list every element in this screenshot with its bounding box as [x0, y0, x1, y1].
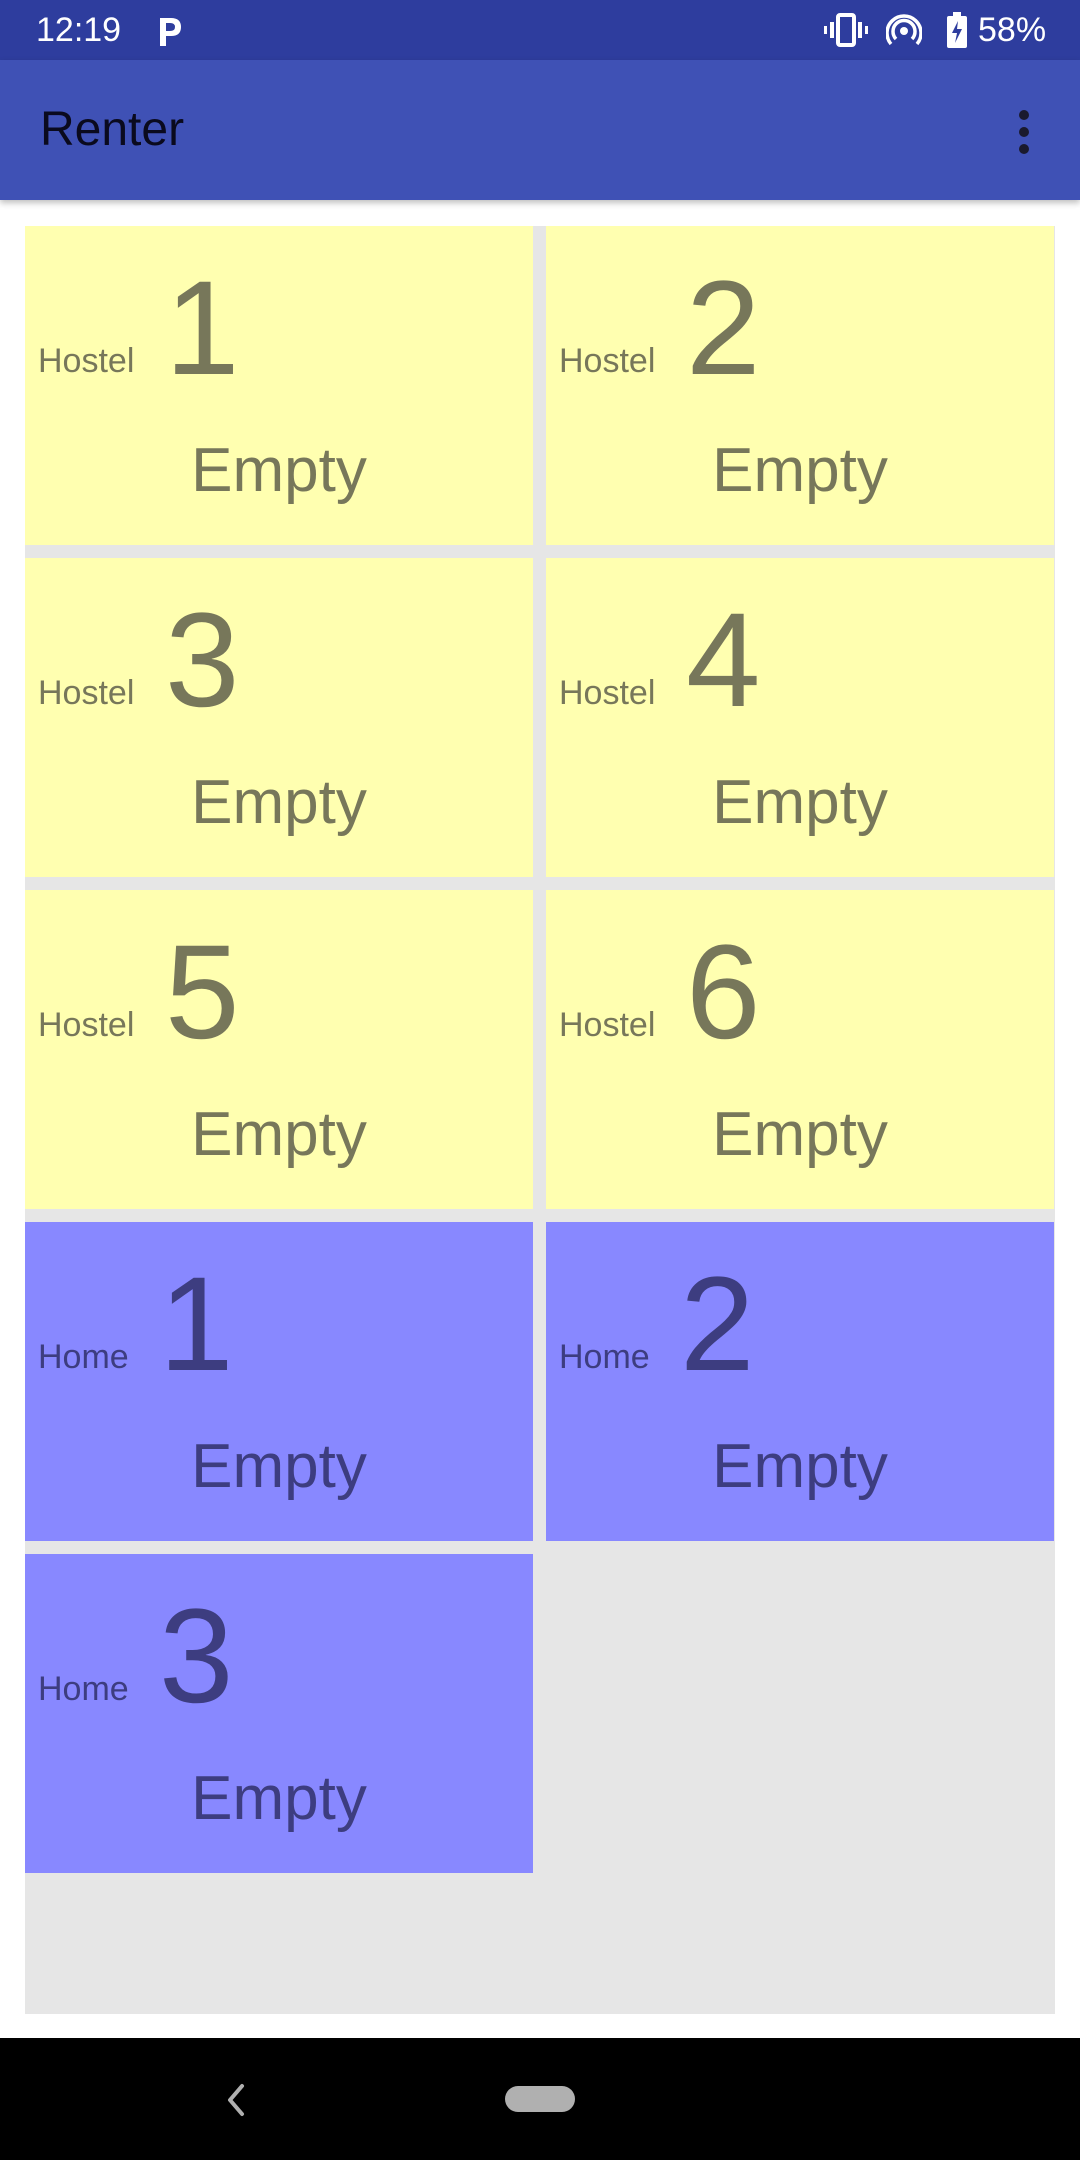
room-tile-hostel-6[interactable]: Hostel 6 Empty	[546, 890, 1054, 1209]
back-icon[interactable]	[216, 2076, 256, 2124]
menu-dot	[1019, 110, 1029, 120]
tile-number: 5	[165, 918, 240, 1067]
tile-status: Empty	[191, 1432, 367, 1501]
parking-app-icon	[154, 14, 184, 48]
tile-number: 1	[165, 254, 240, 403]
tile-kind-label: Home	[38, 1670, 129, 1708]
tile-number: 6	[686, 918, 761, 1067]
navigation-bar	[0, 2038, 1080, 2160]
room-tile-home-2[interactable]: Home 2 Empty	[546, 1222, 1054, 1541]
tile-kind-label: Hostel	[559, 1006, 656, 1044]
status-bar: 12:19 58%	[0, 0, 1080, 60]
room-tile-home-3[interactable]: Home 3 Empty	[25, 1554, 533, 1873]
room-tile-hostel-5[interactable]: Hostel 5 Empty	[25, 890, 533, 1209]
app-title: Renter	[40, 103, 185, 156]
tile-status: Empty	[712, 1100, 888, 1169]
tile-number: 1	[159, 1250, 234, 1399]
tile-status: Empty	[191, 1764, 367, 1833]
tile-status: Empty	[191, 1100, 367, 1169]
battery-icon	[946, 12, 968, 48]
battery-percent: 58%	[978, 11, 1047, 49]
rooms-grid: Hostel 1 Empty Hostel 2 Empty Hostel 3 E…	[25, 226, 1055, 2014]
tile-kind-label: Hostel	[559, 674, 656, 712]
menu-dot	[1019, 127, 1029, 137]
app-bar: Renter	[0, 60, 1080, 200]
more-vert-icon[interactable]	[1006, 104, 1042, 160]
tile-status: Empty	[191, 768, 367, 837]
tile-number: 2	[686, 254, 761, 403]
status-time: 12:19	[36, 11, 122, 49]
tile-number: 2	[680, 1250, 755, 1399]
home-pill-icon[interactable]	[505, 2086, 575, 2112]
room-tile-hostel-3[interactable]: Hostel 3 Empty	[25, 558, 533, 877]
tile-kind-label: Hostel	[38, 342, 135, 380]
tile-status: Empty	[191, 436, 367, 505]
room-tile-hostel-2[interactable]: Hostel 2 Empty	[546, 226, 1054, 545]
tile-number: 3	[165, 586, 240, 735]
tile-kind-label: Hostel	[559, 342, 656, 380]
tile-status: Empty	[712, 1432, 888, 1501]
tile-number: 3	[159, 1582, 234, 1731]
menu-dot	[1019, 144, 1029, 154]
tile-kind-label: Home	[559, 1338, 650, 1376]
tile-status: Empty	[712, 436, 888, 505]
room-tile-hostel-4[interactable]: Hostel 4 Empty	[546, 558, 1054, 877]
tile-number: 4	[686, 586, 761, 735]
vibrate-icon	[824, 12, 868, 48]
tile-kind-label: Hostel	[38, 1006, 135, 1044]
room-tile-hostel-1[interactable]: Hostel 1 Empty	[25, 226, 533, 545]
tile-kind-label: Hostel	[38, 674, 135, 712]
hotspot-icon	[885, 12, 923, 48]
room-tile-home-1[interactable]: Home 1 Empty	[25, 1222, 533, 1541]
tile-status: Empty	[712, 768, 888, 837]
tile-kind-label: Home	[38, 1338, 129, 1376]
